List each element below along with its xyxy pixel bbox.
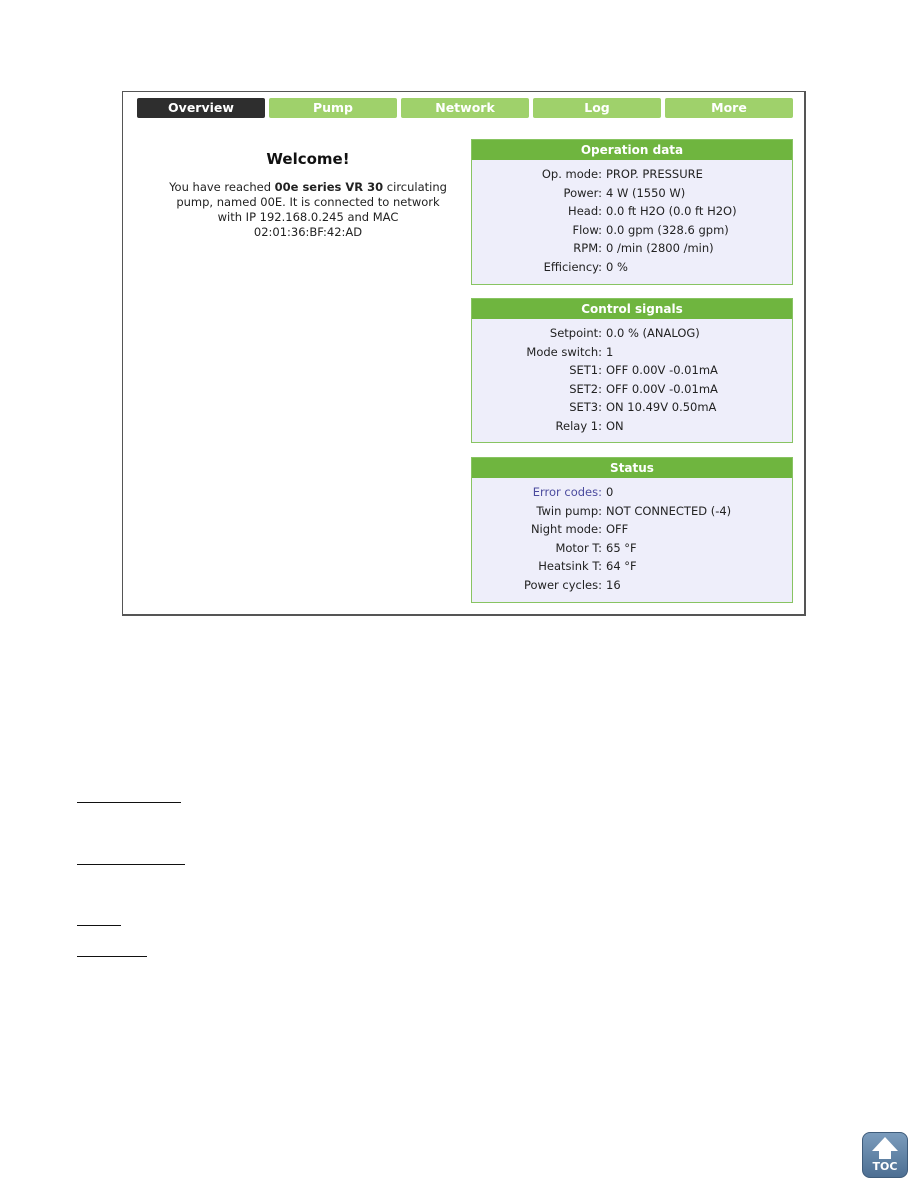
row-value: 0.0 gpm (328.6 gpm)	[606, 222, 729, 237]
efficiency-row: Efficiency: 0 %	[472, 258, 792, 277]
power-cycles-row: Power cycles: 16	[472, 576, 792, 595]
error-codes-link[interactable]: Error codes:	[472, 483, 602, 502]
welcome-title: Welcome!	[266, 150, 350, 168]
status-panel: Status Error codes: 0 Twin pump: NOT CONNE…	[471, 457, 793, 603]
operation-data-panel: Operation data Op. mode: PROP. PRESSURE P…	[471, 139, 793, 285]
set3-row: SET3: ON 10.49V 0.50mA	[472, 398, 792, 417]
status-title: Status	[472, 458, 792, 478]
toc-button[interactable]: TOC	[862, 1132, 908, 1178]
operation-data-title: Operation data	[472, 140, 792, 160]
row-value: PROP. PRESSURE	[606, 167, 703, 181]
row-label: Mode switch:	[526, 344, 602, 359]
underline-rule	[77, 925, 121, 926]
flow-row: Flow: 0.0 gpm (328.6 gpm)	[472, 221, 792, 240]
row-value: 0 /min (2800 /min)	[606, 241, 714, 256]
welcome-text-before: You have reached	[169, 180, 275, 194]
row-value: NOT CONNECTED (-4)	[606, 503, 732, 518]
row-label: Setpoint:	[549, 326, 602, 340]
nav-tabs: Overview Pump Network Log More	[137, 98, 793, 118]
tab-pump[interactable]: Pump	[269, 98, 397, 118]
row-label: Head:	[568, 204, 602, 219]
row-label: Power cycles:	[523, 577, 602, 592]
row-label: Relay 1:	[555, 418, 602, 433]
row-value: 0.0 % (ANALOG)	[606, 326, 700, 340]
pump-web-ui-screenshot: Overview Pump Network Log More Welcome! …	[122, 91, 806, 616]
row-value: 4 W (1550 W)	[606, 185, 686, 200]
relay1-row: Relay 1: ON	[472, 417, 792, 436]
underline-rule	[77, 956, 147, 957]
control-signals-title: Control signals	[472, 299, 792, 319]
power-row: Power: 4 W (1550 W)	[472, 184, 792, 203]
row-label: SET3:	[569, 400, 602, 415]
row-label: Twin pump:	[536, 503, 602, 518]
row-value: OFF 0.00V -0.01mA	[606, 381, 718, 396]
row-value: 0	[606, 485, 614, 499]
welcome-text: You have reached 00e series VR 30 circul…	[163, 180, 453, 240]
set1-row: SET1: OFF 0.00V -0.01mA	[472, 361, 792, 380]
tab-log[interactable]: Log	[533, 98, 661, 118]
welcome-section: Welcome! You have reached 00e series VR …	[163, 150, 453, 240]
twin-pump-row: Twin pump: NOT CONNECTED (-4)	[472, 502, 792, 521]
row-label: Heatsink T:	[538, 559, 602, 574]
arrow-up-icon	[872, 1137, 898, 1151]
control-signals-panel: Control signals Setpoint: 0.0 % (ANALOG) …	[471, 298, 793, 443]
row-label: Power:	[563, 185, 602, 200]
error-codes-row: Error codes: 0	[472, 483, 792, 502]
row-value: 1	[606, 344, 614, 359]
setpoint-row: Setpoint: 0.0 % (ANALOG)	[472, 324, 792, 343]
row-value: ON	[606, 418, 624, 433]
row-label: Op. mode:	[541, 167, 602, 181]
row-label: Night mode:	[530, 522, 602, 537]
mode-switch-row: Mode switch: 1	[472, 343, 792, 362]
row-label: RPM:	[573, 241, 602, 256]
op-mode-row: Op. mode: PROP. PRESSURE	[472, 165, 792, 184]
rpm-row: RPM: 0 /min (2800 /min)	[472, 239, 792, 258]
head-row: Head: 0.0 ft H2O (0.0 ft H2O)	[472, 202, 792, 221]
row-label: SET2:	[569, 381, 602, 396]
tab-more[interactable]: More	[665, 98, 793, 118]
row-value: 0 %	[606, 259, 628, 274]
underline-rule	[77, 864, 185, 865]
row-value: 64 °F	[606, 559, 637, 574]
heatsink-temp-row: Heatsink T: 64 °F	[472, 557, 792, 576]
night-mode-row: Night mode: OFF	[472, 520, 792, 539]
row-value: OFF	[606, 522, 629, 537]
underline-rule	[77, 802, 181, 803]
tab-network[interactable]: Network	[401, 98, 529, 118]
row-value: 16	[606, 577, 621, 592]
row-value: OFF 0.00V -0.01mA	[606, 363, 718, 378]
row-value: 65 °F	[606, 540, 637, 555]
set2-row: SET2: OFF 0.00V -0.01mA	[472, 380, 792, 399]
row-value: 0.0 ft H2O (0.0 ft H2O)	[606, 204, 737, 219]
row-label: Motor T:	[555, 540, 602, 555]
pump-model: 00e series VR 30	[274, 180, 384, 194]
row-label: Flow:	[572, 222, 603, 237]
tab-overview[interactable]: Overview	[137, 98, 265, 118]
row-label: SET1:	[569, 363, 602, 378]
row-label: Efficiency:	[543, 259, 602, 274]
toc-label: TOC	[872, 1160, 898, 1173]
motor-temp-row: Motor T: 65 °F	[472, 539, 792, 558]
row-value: ON 10.49V 0.50mA	[606, 400, 717, 415]
arrow-up-icon-stem	[879, 1150, 891, 1159]
